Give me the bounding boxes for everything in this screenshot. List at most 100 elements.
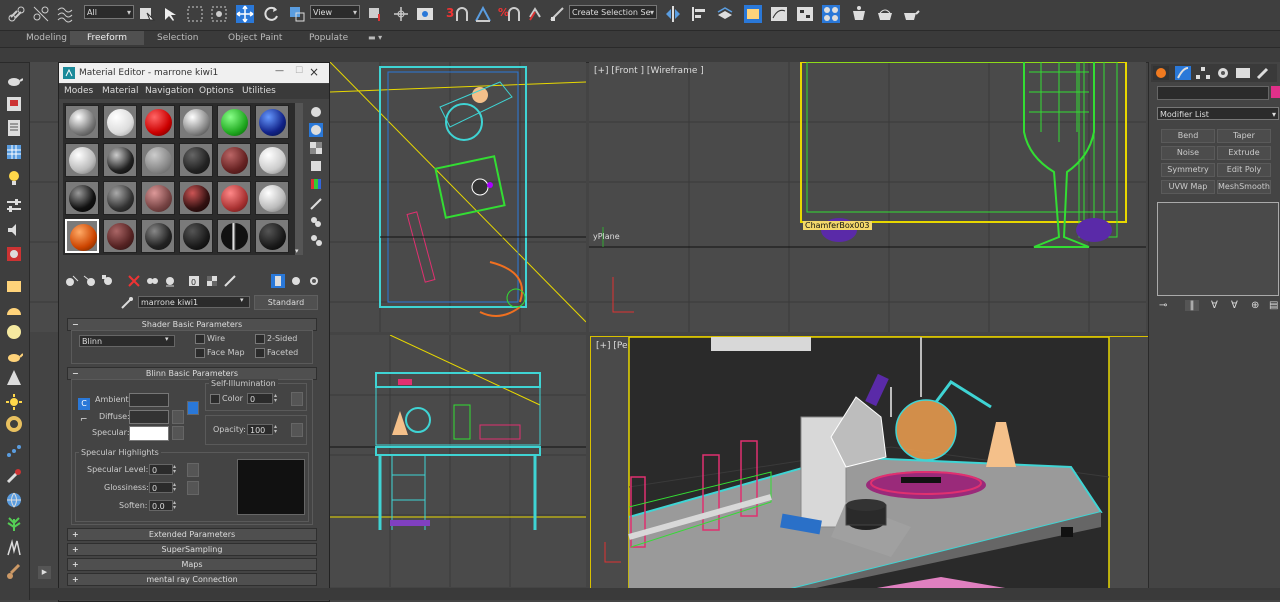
show-end-result-icon[interactable] bbox=[223, 274, 237, 288]
sphere-icon[interactable] bbox=[5, 323, 23, 341]
specular-map-button[interactable] bbox=[172, 426, 184, 440]
select-by-material-icon[interactable] bbox=[309, 233, 323, 247]
viewport-left[interactable] bbox=[330, 335, 586, 587]
backlight-icon[interactable] bbox=[309, 123, 323, 137]
sample-slot[interactable] bbox=[179, 143, 213, 177]
create-tab-icon[interactable] bbox=[1153, 66, 1169, 80]
sample-slot[interactable] bbox=[217, 143, 251, 177]
rollout-extended-parameters[interactable]: + Extended Parameters bbox=[67, 528, 317, 541]
globe-icon[interactable] bbox=[5, 491, 23, 509]
material-editor-titlebar[interactable]: Material Editor - marrone kiwi1 — ☐ × bbox=[59, 63, 329, 83]
show-map-icon[interactable] bbox=[205, 274, 219, 288]
scale-icon[interactable] bbox=[288, 5, 306, 23]
object-name-field[interactable] bbox=[1157, 86, 1269, 100]
move-icon[interactable] bbox=[236, 5, 254, 23]
menu-options[interactable]: Options bbox=[199, 86, 234, 96]
tab-selection[interactable]: Selection bbox=[157, 33, 198, 43]
shader-type-dropdown[interactable]: Blinn bbox=[79, 335, 175, 347]
close-icon[interactable]: × bbox=[309, 65, 319, 79]
specular-level-field[interactable]: 0 bbox=[149, 464, 173, 475]
manipulate-icon[interactable] bbox=[392, 5, 410, 23]
sample-type-icon[interactable] bbox=[309, 105, 323, 119]
sample-slot-active[interactable] bbox=[65, 219, 99, 253]
audio-icon[interactable] bbox=[5, 221, 23, 239]
specular-level-spinner[interactable]: ▴ ▾ bbox=[173, 464, 180, 475]
sample-slot[interactable] bbox=[141, 219, 175, 253]
glossiness-map-button[interactable] bbox=[187, 481, 199, 495]
render-production-icon[interactable] bbox=[902, 5, 920, 23]
sample-slot[interactable] bbox=[103, 105, 137, 139]
sample-slot[interactable] bbox=[255, 143, 289, 177]
go-forward-sibling-icon[interactable] bbox=[289, 274, 303, 288]
opacity-field[interactable]: 100 bbox=[247, 424, 273, 435]
material-map-navigator-icon[interactable] bbox=[307, 274, 321, 288]
object-color-swatch[interactable] bbox=[1271, 86, 1280, 98]
diffuse-color-swatch[interactable] bbox=[129, 410, 169, 424]
sample-slot[interactable] bbox=[255, 219, 289, 253]
spinner-snap-icon[interactable] bbox=[526, 5, 544, 23]
sample-slot[interactable] bbox=[179, 105, 213, 139]
meshsmooth-modifier-button[interactable]: MeshSmooth bbox=[1217, 180, 1271, 194]
utilities-tab-icon[interactable] bbox=[1255, 66, 1271, 80]
uvw-map-modifier-button[interactable]: UVW Map bbox=[1161, 180, 1215, 194]
bend-modifier-button[interactable]: Bend bbox=[1161, 129, 1215, 143]
select-by-name-icon[interactable] bbox=[162, 5, 180, 23]
sample-slot[interactable] bbox=[141, 105, 175, 139]
remove-modifier-icon[interactable]: ∀ bbox=[1231, 300, 1238, 311]
diffuse-map-button[interactable] bbox=[172, 410, 184, 424]
ambient-color-swatch[interactable] bbox=[129, 393, 169, 407]
specular-color-swatch[interactable] bbox=[129, 426, 169, 441]
select-object-icon[interactable] bbox=[138, 5, 156, 23]
self-illum-spinner[interactable]: ▴ ▾ bbox=[274, 393, 281, 404]
opacity-spinner[interactable]: ▴ ▾ bbox=[274, 424, 281, 435]
glossiness-field[interactable]: 0 bbox=[149, 482, 173, 493]
dome-icon[interactable] bbox=[5, 301, 23, 319]
sample-slot[interactable] bbox=[65, 143, 99, 177]
percent-snap-icon[interactable] bbox=[506, 5, 524, 23]
display-tab-icon[interactable] bbox=[1235, 66, 1251, 80]
noise-modifier-button[interactable]: Noise bbox=[1161, 146, 1215, 160]
torus-icon[interactable] bbox=[5, 415, 23, 433]
slider-icon[interactable] bbox=[5, 197, 23, 215]
bind-space-warp-icon[interactable] bbox=[56, 5, 74, 23]
render-setup-icon[interactable] bbox=[850, 5, 868, 23]
sample-slot[interactable] bbox=[179, 181, 213, 215]
sample-slot[interactable] bbox=[255, 105, 289, 139]
menu-utilities[interactable]: Utilities bbox=[242, 86, 276, 96]
modify-tab-icon[interactable] bbox=[1175, 66, 1191, 80]
material-editor-icon[interactable] bbox=[822, 5, 840, 23]
modifier-stack-list[interactable] bbox=[1157, 202, 1279, 296]
wire-checkbox[interactable] bbox=[195, 334, 205, 344]
tab-object-paint[interactable]: Object Paint bbox=[228, 33, 282, 43]
minimize-icon[interactable]: — bbox=[275, 66, 284, 76]
light-icon[interactable] bbox=[5, 169, 23, 187]
sun-icon[interactable] bbox=[5, 393, 23, 411]
background-icon[interactable] bbox=[309, 141, 323, 155]
hierarchy-tab-icon[interactable] bbox=[1195, 66, 1211, 80]
opacity-map-button[interactable] bbox=[291, 423, 303, 437]
rendered-frame-icon[interactable] bbox=[876, 5, 894, 23]
lock-diffuse-specular-icon[interactable]: ⌐ bbox=[80, 415, 88, 425]
tools-icon[interactable] bbox=[5, 245, 23, 263]
sample-slot[interactable] bbox=[65, 181, 99, 215]
keyboard-shortcut-icon[interactable] bbox=[416, 5, 434, 23]
sample-slot[interactable] bbox=[141, 181, 175, 215]
scene-explorer-icon[interactable] bbox=[744, 5, 762, 23]
video-color-check-icon[interactable] bbox=[309, 177, 323, 191]
rollout-supersampling[interactable]: + SuperSampling bbox=[67, 543, 317, 556]
lock-ambient-diffuse-button[interactable]: C bbox=[78, 398, 90, 410]
pin-stack-icon[interactable]: ⊸ bbox=[1159, 300, 1167, 311]
sample-slot[interactable] bbox=[65, 105, 99, 139]
rollout-maps[interactable]: + Maps bbox=[67, 558, 317, 571]
rect-selection-icon[interactable] bbox=[186, 5, 204, 23]
menu-material[interactable]: Material bbox=[102, 86, 139, 96]
sample-slot[interactable] bbox=[179, 219, 213, 253]
get-material-icon[interactable] bbox=[65, 274, 79, 288]
configure-sets-icon[interactable]: ▤ bbox=[1269, 300, 1278, 311]
maximize-icon[interactable]: ☐ bbox=[295, 66, 303, 76]
show-end-result-toggle-icon[interactable]: ‖ bbox=[1185, 300, 1199, 311]
pick-from-object-icon[interactable] bbox=[121, 297, 133, 309]
slots-scrollbar[interactable]: ▾ bbox=[295, 103, 303, 255]
extrude-modifier-button[interactable]: Extrude bbox=[1217, 146, 1271, 160]
tab-populate[interactable]: Populate bbox=[309, 33, 348, 43]
